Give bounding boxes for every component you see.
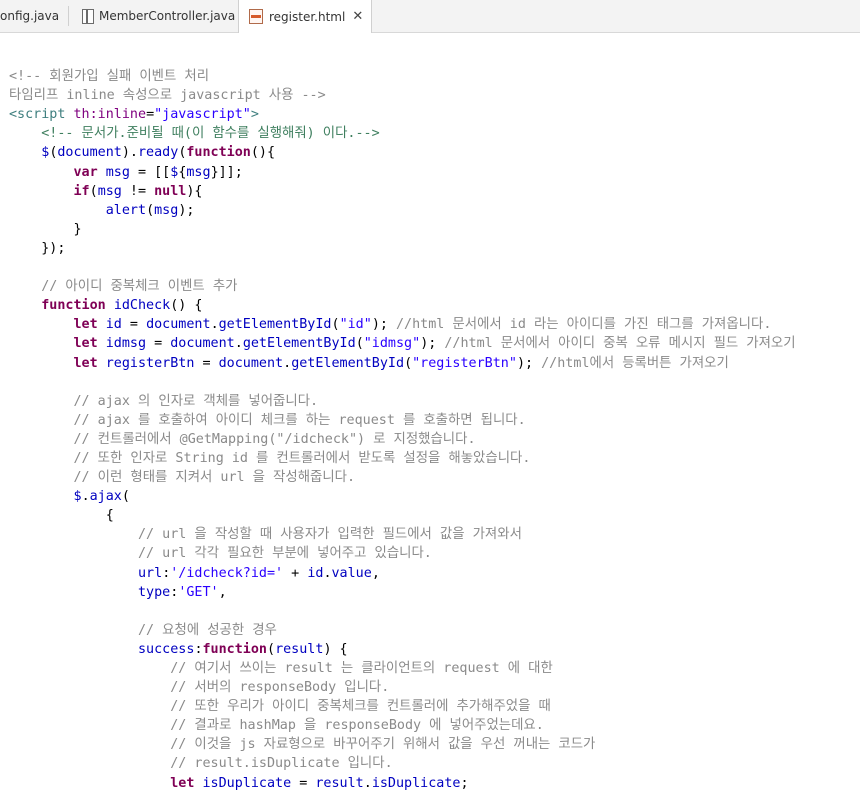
tab-divider [68, 6, 69, 26]
java-file-icon [82, 8, 94, 24]
close-icon[interactable]: ✕ [352, 9, 363, 24]
tab-member-controller[interactable]: MemberController.java [82, 0, 235, 32]
tab-config-java[interactable]: onfig.java [0, 0, 59, 32]
html-file-icon [249, 9, 263, 24]
source-code[interactable]: <!-- 회원가입 실패 이벤트 처리 타임리프 inline 속성으로 jav… [9, 48, 796, 791]
tab-label: MemberController.java [99, 9, 236, 23]
tab-label: register.html [269, 9, 346, 24]
editor-tab-bar: onfig.java MemberController.java registe… [0, 0, 860, 33]
code-editor[interactable]: <!-- 회원가입 실패 이벤트 처리 타임리프 inline 속성으로 jav… [0, 33, 860, 791]
tab-register-html[interactable]: register.html ✕ [238, 0, 373, 33]
tab-label: onfig.java [0, 9, 60, 23]
